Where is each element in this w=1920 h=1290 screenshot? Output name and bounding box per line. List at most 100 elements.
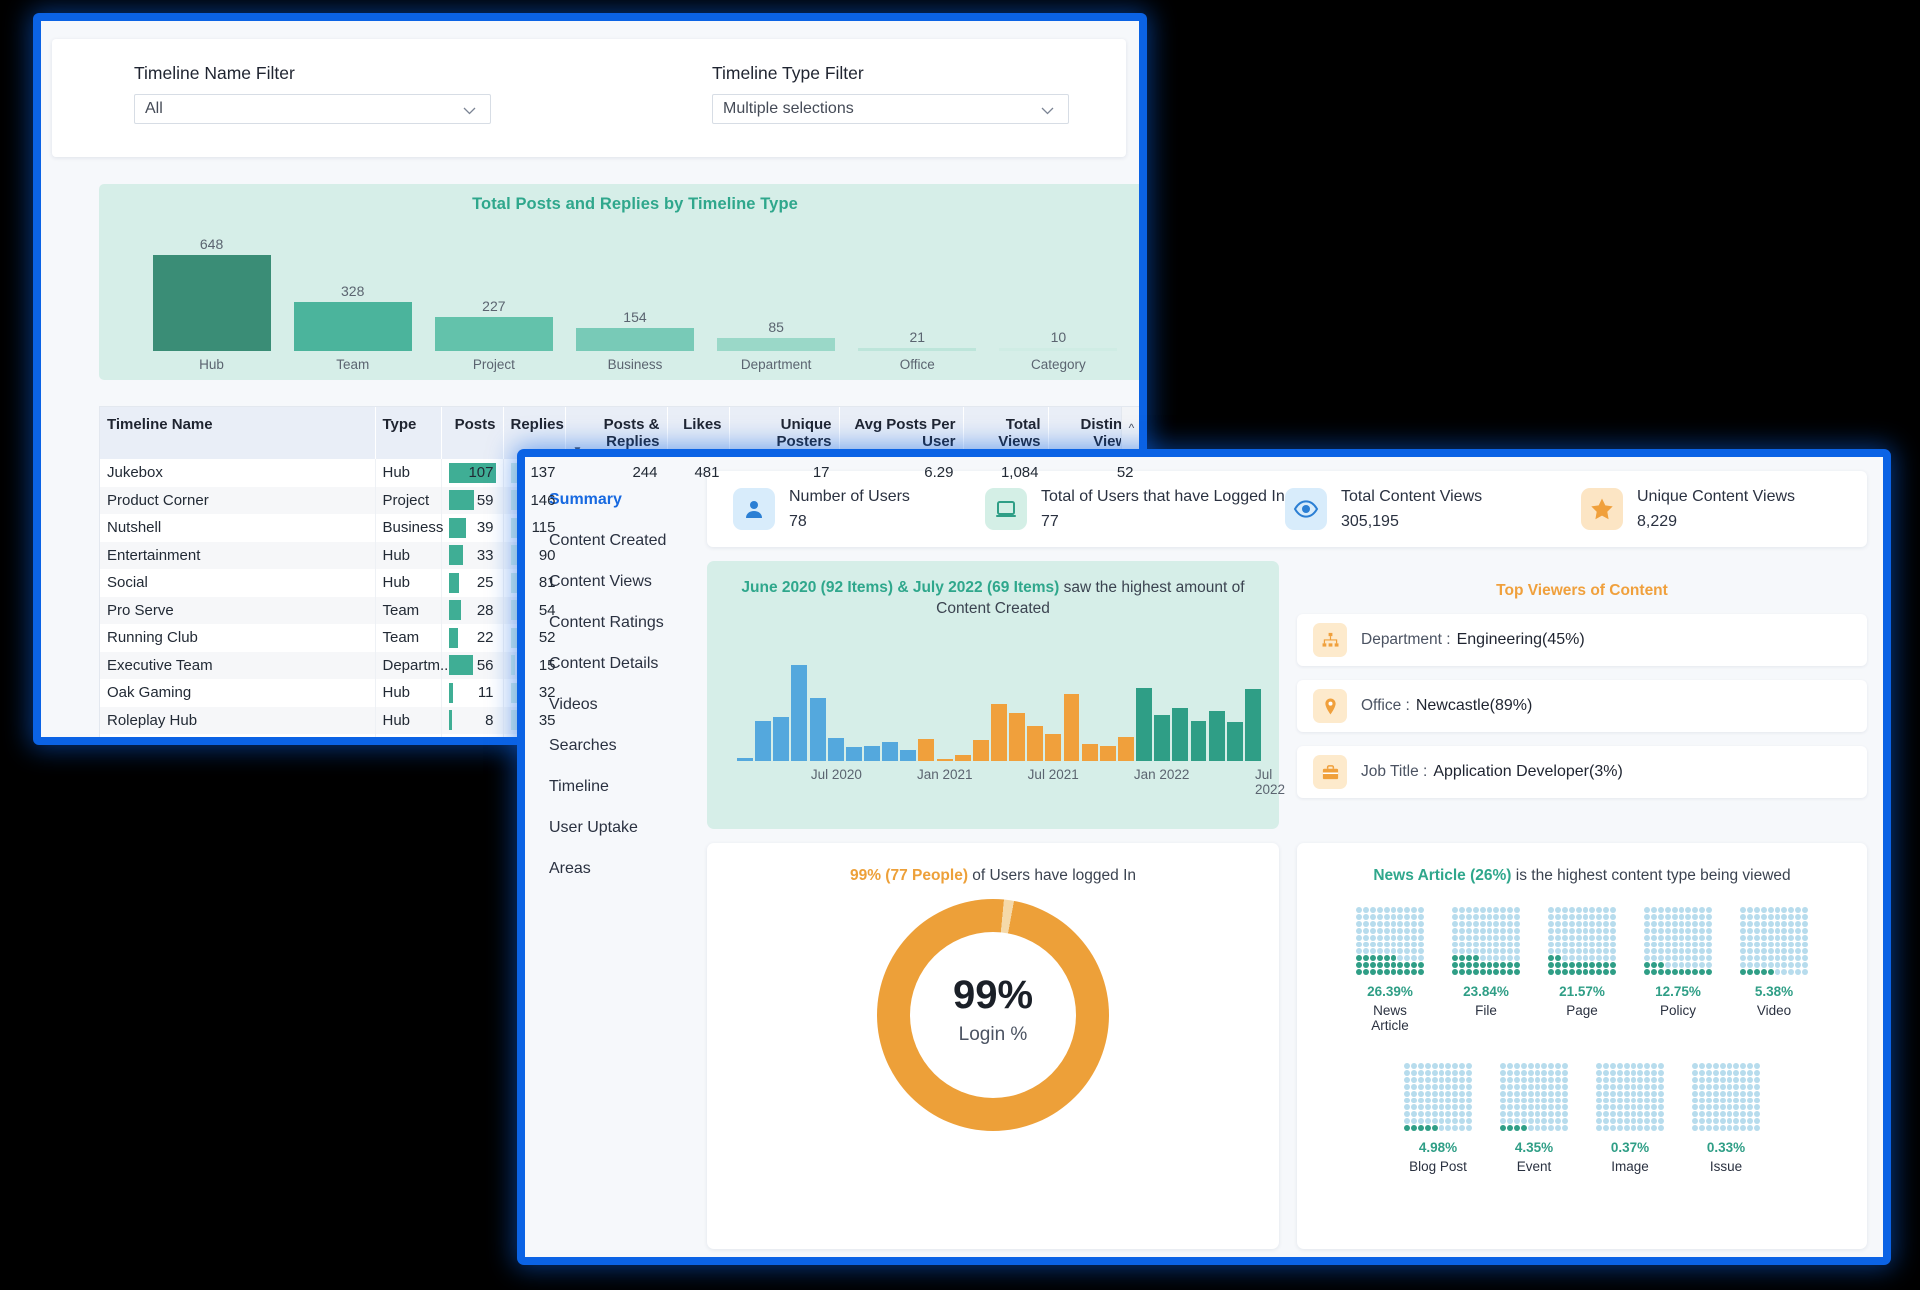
timeline-bar[interactable]: [1227, 722, 1243, 761]
timeline-bar[interactable]: [1100, 746, 1116, 761]
timeline-bar[interactable]: [1064, 694, 1080, 761]
timeline-bar[interactable]: [846, 747, 862, 761]
bar[interactable]: [294, 302, 412, 351]
timeline-bar[interactable]: [991, 704, 1007, 761]
timeline-bar[interactable]: [864, 746, 880, 761]
waffle-cell: [1713, 1084, 1719, 1090]
bar[interactable]: [435, 317, 553, 351]
waffle-cell: [1713, 1098, 1719, 1104]
waffle-cell: [1720, 1070, 1726, 1076]
timeline-bar[interactable]: [1209, 711, 1225, 761]
waffle-cell: [1740, 1077, 1746, 1083]
timeline-bar[interactable]: [1154, 715, 1170, 761]
waffle-cell: [1596, 1091, 1602, 1097]
kpi-card: Unique Content Views8,229: [1581, 488, 1841, 531]
timeline-bar[interactable]: [937, 759, 953, 761]
cell-value: 146: [530, 492, 557, 509]
timeline-bar[interactable]: [1118, 737, 1134, 761]
chevron-down-icon[interactable]: [1039, 102, 1056, 119]
timeline-bar[interactable]: [1245, 689, 1261, 761]
waffle-cell: [1569, 935, 1575, 941]
waffle-cell: [1528, 1070, 1534, 1076]
timeline-bar[interactable]: [1136, 688, 1152, 761]
timeline-bar[interactable]: [791, 665, 807, 761]
timeline-bar[interactable]: [973, 740, 989, 761]
timeline-bar[interactable]: [737, 758, 753, 761]
waffle-cell: [1445, 1070, 1451, 1076]
timeline-bar[interactable]: [1045, 734, 1061, 761]
waffle-cell: [1411, 1084, 1417, 1090]
bar[interactable]: [576, 328, 694, 351]
table-header-cell[interactable]: Posts: [441, 407, 503, 459]
waffle-cell: [1610, 1125, 1616, 1131]
sidebar-item-timeline[interactable]: Timeline: [525, 766, 655, 807]
waffle-cell: [1624, 1084, 1630, 1090]
bar[interactable]: [153, 255, 271, 351]
chevron-down-icon[interactable]: [461, 102, 478, 119]
top-viewers-card: Top Viewers of Content Department :Engin…: [1297, 561, 1867, 829]
timeline-bar[interactable]: [828, 738, 844, 761]
timeline-bar[interactable]: [955, 755, 971, 761]
timeline-bar[interactable]: [1027, 726, 1043, 761]
waffle-cell: [1562, 1084, 1568, 1090]
waffle-cell: [1651, 935, 1657, 941]
timeline-bar[interactable]: [810, 698, 826, 761]
waffle-cell: [1610, 1104, 1616, 1110]
sidebar-item-areas[interactable]: Areas: [525, 848, 655, 889]
waffle-cell: [1713, 1063, 1719, 1069]
timeline-bar[interactable]: [755, 721, 771, 761]
bar[interactable]: [858, 348, 976, 351]
waffle-cell: [1651, 914, 1657, 920]
waffle-cell: [1692, 969, 1698, 975]
waffle-cell: [1404, 935, 1410, 941]
waffle-cell: [1596, 962, 1602, 968]
waffle-cell: [1583, 907, 1589, 913]
top-viewer-row[interactable]: Department :Engineering(45%): [1297, 614, 1867, 666]
waffle-cell: [1733, 1091, 1739, 1097]
cell-timeline-name: Nutshell: [100, 514, 375, 542]
timeline-type-select[interactable]: Multiple selections: [712, 94, 1069, 124]
waffle-cell: [1418, 962, 1424, 968]
waffle-cell: [1631, 1104, 1637, 1110]
timeline-bar[interactable]: [773, 717, 789, 761]
timeline-bar[interactable]: [1191, 721, 1207, 761]
databar-fill: [449, 655, 474, 675]
waffle-cell: [1555, 969, 1561, 975]
cell-type: Departm...: [375, 652, 441, 680]
timeline-name-select[interactable]: All: [134, 94, 491, 124]
waffle-cell: [1596, 928, 1602, 934]
scroll-up-icon[interactable]: ^: [1122, 407, 1141, 449]
table-header-cell[interactable]: Timeline Name: [100, 407, 375, 459]
waffle-cell: [1651, 1091, 1657, 1097]
login-headline: 99% (77 People) of Users have logged In: [707, 843, 1279, 885]
viewer-value: Engineering(45%): [1457, 631, 1585, 648]
waffle-cell: [1658, 969, 1664, 975]
waffle-cell: [1425, 1118, 1431, 1124]
waffle-cell: [1500, 1118, 1506, 1124]
waffle-cell: [1637, 1084, 1643, 1090]
top-viewer-row[interactable]: Job Title :Application Developer(3%): [1297, 746, 1867, 798]
waffle-cell: [1535, 1125, 1541, 1131]
timeline-bar[interactable]: [1009, 713, 1025, 761]
waffle-cell: [1754, 969, 1760, 975]
bar[interactable]: [999, 348, 1117, 351]
sidebar-item-user-uptake[interactable]: User Uptake: [525, 807, 655, 848]
waffle-cell: [1432, 1091, 1438, 1097]
timeline-bar[interactable]: [882, 742, 898, 761]
viewer-key: Job Title :: [1361, 763, 1427, 780]
waffle-cell: [1644, 1111, 1650, 1117]
timeline-bar[interactable]: [900, 750, 916, 761]
timeline-bar[interactable]: [918, 739, 934, 761]
waffle-cell: [1706, 1104, 1712, 1110]
waffle-cell: [1514, 1118, 1520, 1124]
waffle-cell: [1555, 907, 1561, 913]
cell-timeline-name: Jukebox: [100, 459, 375, 487]
timeline-bar[interactable]: [1082, 744, 1098, 761]
sidebar-item-searches[interactable]: Searches: [525, 725, 655, 766]
top-viewer-row[interactable]: Office :Newcastle(89%): [1297, 680, 1867, 732]
bar[interactable]: [717, 338, 835, 351]
table-header-cell[interactable]: Type: [375, 407, 441, 459]
waffle-cell: [1692, 935, 1698, 941]
waffle-cell: [1418, 1098, 1424, 1104]
timeline-bar[interactable]: [1172, 708, 1188, 761]
